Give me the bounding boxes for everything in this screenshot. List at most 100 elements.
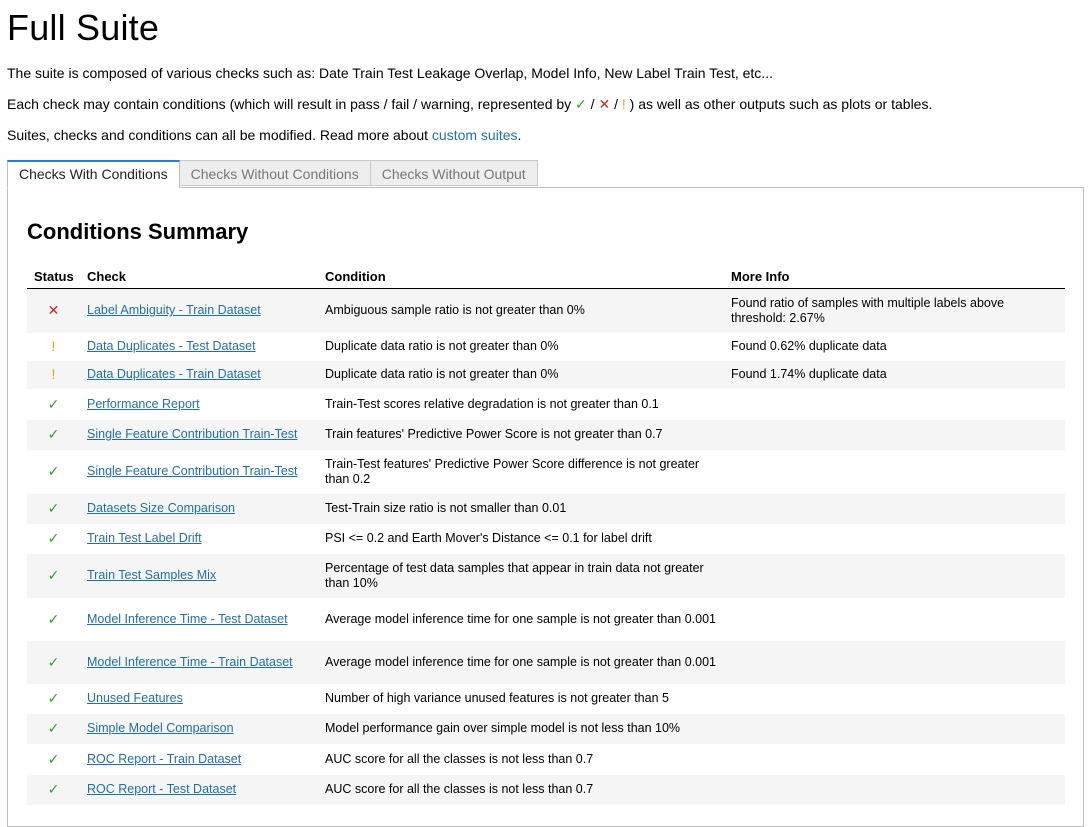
more-info-cell (724, 641, 1065, 684)
table-row: ✓ Single Feature Contribution Train-Test T… (27, 419, 1065, 450)
table-row: ✓ ROC Report - Train Dataset AUC score for… (27, 744, 1065, 775)
check-link[interactable]: Label Ambiguity - Train Dataset (87, 303, 261, 317)
status-cell: ✓ (27, 641, 80, 684)
tab-checks-without-conditions[interactable]: Checks Without Conditions (178, 160, 371, 186)
check-link[interactable]: ROC Report - Train Dataset (87, 752, 241, 766)
check-cell: Single Feature Contribution Train-Test (80, 420, 318, 450)
conditions-summary-heading: Conditions Summary (27, 219, 249, 244)
status-cell: ✓ (27, 598, 80, 641)
check-cell: Model Inference Time - Train Dataset (80, 641, 318, 684)
condition-cell: AUC score for all the classes is not les… (325, 782, 594, 796)
pass-icon: ✓ (47, 426, 60, 442)
check-cell: Single Feature Contribution Train-Test (80, 450, 318, 494)
more-info-cell (724, 524, 1065, 554)
more-info-cell (724, 684, 1065, 714)
table-row: ✓ Model Inference Time - Train Dataset Ave… (27, 640, 1065, 684)
conditions-table: Status Check Condition More Info ✕ Label … (27, 264, 1065, 805)
status-cell: ✓ (27, 554, 80, 598)
status-cell: ✓ (27, 684, 80, 714)
more-info-cell: Found 1.74% duplicate data (731, 367, 887, 381)
symbol-separator: / (610, 96, 622, 112)
tab-bar: Checks With Conditions Checks Without Co… (7, 160, 538, 188)
fail-icon: ✕ (598, 96, 611, 112)
more-info-cell (724, 450, 1065, 494)
condition-cell: Average model inference time for one sam… (325, 654, 716, 669)
column-header-status: Status (27, 264, 80, 289)
table-row: ✓ Train Test Label Drift PSI <= 0.2 and Ea… (27, 524, 1065, 554)
check-link[interactable]: Performance Report (87, 397, 200, 411)
tab-checks-without-output[interactable]: Checks Without Output (369, 160, 538, 186)
intro-line-2-tail: ) as well as other outputs such as plots… (625, 96, 933, 112)
table-row: ✓ Single Feature Contribution Train-Test T… (27, 450, 1065, 494)
tab-checks-with-conditions[interactable]: Checks With Conditions (7, 160, 180, 188)
pass-icon: ✓ (47, 530, 60, 546)
status-cell: ✓ (27, 450, 80, 494)
more-info-cell (724, 775, 1065, 805)
status-cell: ✓ (27, 775, 80, 805)
status-cell: ! (27, 333, 80, 361)
status-cell: ✓ (27, 744, 80, 775)
check-link[interactable]: Single Feature Contribution Train-Test (87, 427, 298, 441)
status-cell: ! (27, 361, 80, 389)
condition-cell: Average model inference time for one sam… (325, 611, 716, 626)
check-cell: Simple Model Comparison (80, 714, 318, 744)
table-row: ✓ Performance Report Train-Test scores rel… (27, 389, 1065, 420)
pass-icon: ✓ (47, 500, 60, 516)
condition-cell: Train-Test scores relative degradation i… (325, 396, 659, 411)
pass-icon: ✓ (47, 750, 60, 767)
pass-icon: ✓ (47, 395, 60, 412)
check-link[interactable]: Model Inference Time - Train Dataset (87, 655, 293, 669)
check-link[interactable]: Datasets Size Comparison (87, 501, 235, 515)
more-info-cell (724, 389, 1065, 420)
more-info-cell (724, 554, 1065, 598)
check-link[interactable]: Model Inference Time - Test Dataset (87, 612, 288, 626)
table-row: ! Data Duplicates - Train Dataset Duplicat… (27, 360, 1065, 389)
status-cell: ✓ (27, 389, 80, 420)
status-cell: ✓ (27, 420, 80, 450)
more-info-cell: Found ratio of samples with multiple lab… (731, 295, 1005, 325)
intro-line-3-tail: . (517, 127, 522, 143)
check-link[interactable]: Single Feature Contribution Train-Test (87, 464, 298, 478)
check-link[interactable]: ROC Report - Test Dataset (87, 782, 236, 796)
intro-line-3-text: Suites, checks and conditions can all be… (7, 127, 432, 143)
check-link[interactable]: Train Test Label Drift (87, 531, 202, 545)
intro-line-2: Each check may contain conditions (which… (7, 96, 932, 112)
condition-cell: Percentage of test data samples that app… (325, 560, 704, 590)
table-body: ✕ Label Ambiguity - Train Dataset Ambiguou… (27, 288, 1065, 805)
status-cell: ✓ (27, 494, 80, 524)
column-header-check: Check (80, 264, 318, 289)
check-cell: ROC Report - Test Dataset (80, 775, 318, 805)
more-info-cell (724, 714, 1065, 744)
custom-suites-link[interactable]: custom suites (432, 127, 518, 143)
check-link[interactable]: Data Duplicates - Test Dataset (87, 339, 256, 353)
more-info-cell (724, 598, 1065, 641)
check-cell: Train Test Samples Mix (80, 554, 318, 598)
table-row: ✕ Label Ambiguity - Train Dataset Ambiguou… (27, 288, 1065, 333)
condition-cell: Duplicate data ratio is not greater than… (325, 339, 559, 353)
check-cell: Data Duplicates - Train Dataset (80, 361, 318, 389)
condition-cell: PSI <= 0.2 and Earth Mover's Distance <=… (325, 531, 652, 545)
table-row: ✓ Unused Features Number of high variance … (27, 684, 1065, 714)
warning-icon: ! (51, 366, 56, 382)
check-link[interactable]: Train Test Samples Mix (87, 568, 216, 582)
table-row: ! Data Duplicates - Test Dataset Duplicate… (27, 333, 1065, 361)
check-cell: ROC Report - Train Dataset (80, 744, 318, 775)
pass-icon: ✓ (47, 610, 60, 627)
pass-icon: ✓ (47, 720, 60, 736)
more-info-cell (724, 420, 1065, 450)
symbol-separator: / (586, 96, 599, 112)
condition-cell: Number of high variance unused features … (325, 691, 669, 705)
check-cell: Datasets Size Comparison (80, 494, 318, 524)
condition-cell: Model performance gain over simple model… (325, 721, 681, 735)
condition-cell: Train-Test features' Predictive Power Sc… (325, 456, 700, 486)
table-row: ✓ ROC Report - Test Dataset AUC score for … (27, 774, 1065, 805)
intro-line-2-text: Each check may contain conditions (which… (7, 96, 576, 112)
condition-cell: Train features' Predictive Power Score i… (325, 427, 663, 441)
check-link[interactable]: Data Duplicates - Train Dataset (87, 367, 261, 381)
check-link[interactable]: Unused Features (87, 691, 183, 705)
check-link[interactable]: Simple Model Comparison (87, 721, 234, 735)
more-info-cell (724, 494, 1065, 524)
condition-cell: AUC score for all the classes is not les… (325, 751, 594, 766)
check-cell: Unused Features (80, 684, 318, 714)
check-cell: Label Ambiguity - Train Dataset (80, 289, 318, 333)
